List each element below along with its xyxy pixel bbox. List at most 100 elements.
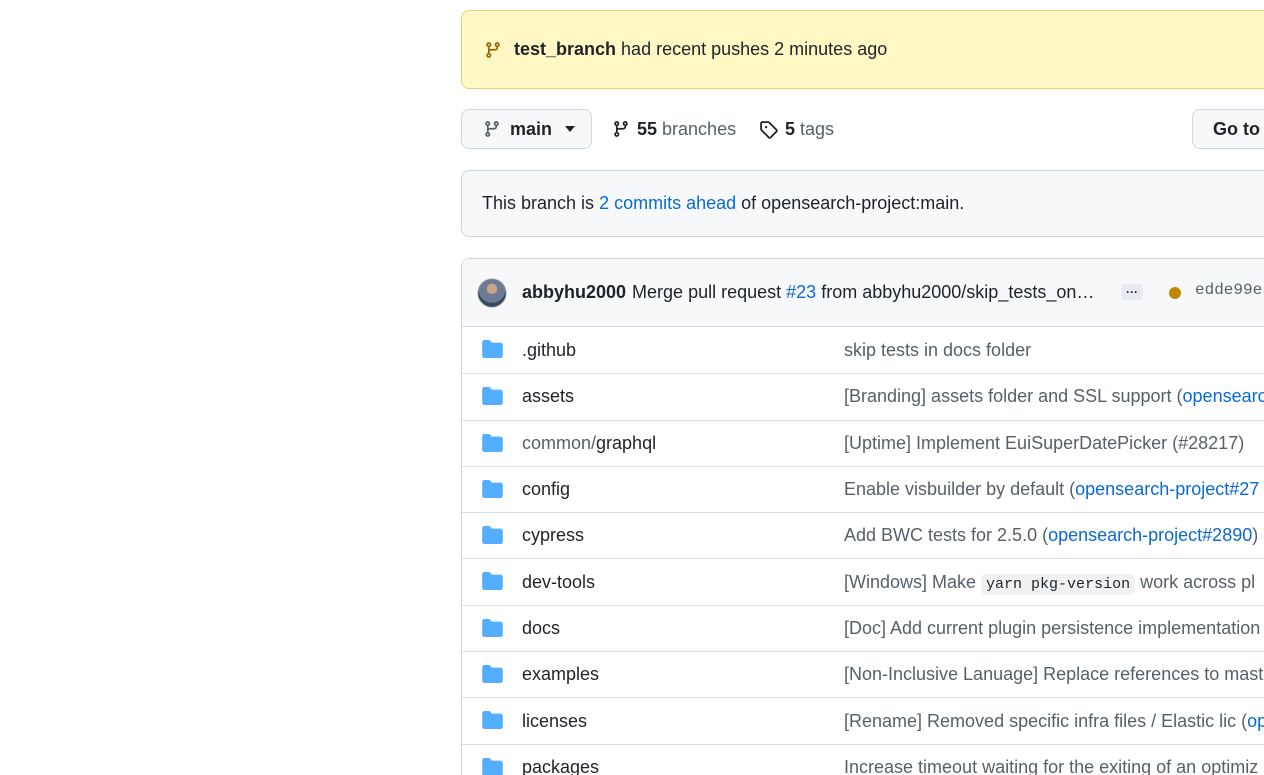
table-row[interactable]: common/graphql [Uptime] Implement EuiSupe… bbox=[462, 419, 1264, 466]
file-name[interactable]: graphql bbox=[596, 433, 656, 453]
branches-label: branches bbox=[662, 118, 737, 139]
table-row[interactable]: .github skip tests in docs folder bbox=[462, 327, 1264, 373]
ahead-prefix: This branch is bbox=[482, 193, 595, 213]
commit-message-end[interactable]: from abbyhu2000/skip_tests_on… bbox=[821, 282, 1094, 303]
table-row[interactable]: examples [Non-Inclusive Lanuage] Replace … bbox=[462, 651, 1264, 697]
file-commit-message[interactable]: [Non-Inclusive Lanuage] Replace referenc… bbox=[844, 664, 1263, 685]
go-to-file-button[interactable]: Go to file bbox=[1192, 109, 1264, 149]
file-name[interactable]: dev-tools bbox=[522, 572, 595, 592]
branch-select-label: main bbox=[510, 118, 553, 139]
file-name-link[interactable]: docs bbox=[522, 618, 560, 639]
commit-message-text[interactable]: Add BWC tests for 2.5.0 ( bbox=[844, 525, 1048, 545]
file-name[interactable]: packages bbox=[522, 757, 599, 775]
tags-link[interactable]: 5 tags bbox=[759, 109, 834, 149]
folder-icon bbox=[482, 572, 503, 591]
git-branch-icon bbox=[612, 120, 630, 138]
folder-icon bbox=[482, 665, 503, 684]
file-name-link[interactable]: examples bbox=[522, 664, 599, 685]
commit-message-text[interactable]: skip tests in docs folder bbox=[844, 340, 1031, 360]
folder-icon bbox=[482, 711, 503, 730]
latest-commit-bar: abbyhu2000 Merge pull request #23 from a… bbox=[462, 259, 1264, 327]
file-commit-message[interactable]: skip tests in docs folder bbox=[844, 340, 1031, 361]
caret-down-icon bbox=[565, 126, 576, 132]
push-message: had recent pushes 2 minutes ago bbox=[621, 39, 888, 59]
file-name-prefix[interactable]: common/ bbox=[522, 433, 596, 453]
git-branch-icon bbox=[484, 41, 502, 59]
commit-status-dot[interactable] bbox=[1169, 287, 1181, 299]
branch-ahead-notice: This branch is 2 commits ahead of opense… bbox=[461, 170, 1264, 237]
file-commit-message[interactable]: [Doc] Add current plugin persistence imp… bbox=[844, 618, 1260, 639]
folder-icon bbox=[482, 526, 503, 545]
file-name[interactable]: docs bbox=[522, 618, 560, 638]
file-browser: abbyhu2000 Merge pull request #23 from a… bbox=[461, 258, 1264, 775]
issue-link[interactable]: op bbox=[1247, 711, 1264, 731]
file-name-link[interactable]: cypress bbox=[522, 525, 584, 546]
recent-push-banner: test_branch had recent pushes 2 minutes … bbox=[461, 10, 1264, 89]
commit-message-text[interactable]: [Branding] assets folder and SSL support… bbox=[844, 386, 1183, 406]
file-name[interactable]: config bbox=[522, 479, 570, 499]
folder-icon bbox=[482, 433, 503, 452]
file-commit-message[interactable]: [Rename] Removed specific infra files / … bbox=[844, 711, 1264, 732]
tags-label: tags bbox=[800, 118, 835, 139]
table-row[interactable]: packages Increase timeout waiting for the… bbox=[462, 743, 1264, 775]
expand-commit-button[interactable]: ··· bbox=[1121, 284, 1143, 300]
folder-icon bbox=[482, 618, 503, 637]
table-row[interactable]: cypress Add BWC tests for 2.5.0 (opensear… bbox=[462, 512, 1264, 558]
commit-message-end-text[interactable]: ) bbox=[1252, 525, 1258, 545]
commit-message-text[interactable]: Increase timeout waiting for the exiting… bbox=[844, 757, 1258, 775]
issue-link[interactable]: opensearch-project#2890 bbox=[1048, 525, 1252, 545]
commit-message-text[interactable]: [Non-Inclusive Lanuage] Replace referenc… bbox=[844, 664, 1263, 684]
file-name-link[interactable]: config bbox=[522, 479, 570, 500]
commit-message-end-text[interactable]: work across pl bbox=[1135, 572, 1255, 592]
file-commit-message[interactable]: Add BWC tests for 2.5.0 (opensearch-proj… bbox=[844, 525, 1258, 546]
file-commit-message[interactable]: Increase timeout waiting for the exiting… bbox=[844, 757, 1258, 775]
table-row[interactable]: config Enable visbuilder by default (open… bbox=[462, 465, 1264, 512]
table-row[interactable]: assets [Branding] assets folder and SSL s… bbox=[462, 373, 1264, 419]
file-name[interactable]: assets bbox=[522, 386, 574, 406]
pr-link[interactable]: #23 bbox=[786, 282, 816, 303]
folder-icon bbox=[482, 757, 503, 775]
repo-toolbar: main 55 branches 5 tags Go to file bbox=[461, 109, 1264, 149]
file-name[interactable]: .github bbox=[522, 340, 576, 360]
pushed-branch-name[interactable]: test_branch bbox=[514, 39, 616, 60]
commit-message-text[interactable]: [Windows] Make bbox=[844, 572, 981, 592]
folder-icon bbox=[482, 479, 503, 498]
commit-message-text[interactable]: [Doc] Add current plugin persistence imp… bbox=[844, 618, 1260, 638]
tags-count: 5 bbox=[785, 118, 796, 139]
file-commit-message[interactable]: Enable visbuilder by default (opensearch… bbox=[844, 479, 1259, 500]
ahead-suffix: of opensearch-project:main. bbox=[741, 193, 965, 213]
commit-sha[interactable]: edde99e bbox=[1195, 281, 1262, 299]
branches-link[interactable]: 55 branches bbox=[612, 109, 736, 149]
folder-icon bbox=[482, 340, 503, 358]
table-row[interactable]: docs [Doc] Add current plugin persistence… bbox=[462, 604, 1264, 651]
file-list: .github skip tests in docs folder assets [B… bbox=[462, 327, 1264, 775]
inline-code: yarn pkg-version bbox=[981, 573, 1136, 595]
commit-author[interactable]: abbyhu2000 bbox=[522, 282, 626, 303]
commit-message-text[interactable]: [Rename] Removed specific infra files / … bbox=[844, 711, 1247, 731]
file-commit-message[interactable]: [Uptime] Implement EuiSuperDatePicker (#… bbox=[844, 433, 1244, 454]
avatar[interactable] bbox=[477, 277, 507, 308]
file-name[interactable]: examples bbox=[522, 664, 599, 684]
file-name-link[interactable]: packages bbox=[522, 757, 599, 775]
file-name-link[interactable]: licenses bbox=[522, 711, 587, 732]
commit-message-text[interactable]: Enable visbuilder by default ( bbox=[844, 479, 1075, 499]
commits-ahead-link[interactable]: 2 commits ahead bbox=[599, 193, 736, 214]
commit-message-start[interactable]: Merge pull request bbox=[632, 282, 781, 303]
file-name[interactable]: licenses bbox=[522, 711, 587, 731]
table-row[interactable]: licenses [Rename] Removed specific infra … bbox=[462, 697, 1264, 743]
file-name-link[interactable]: dev-tools bbox=[522, 572, 595, 593]
file-name[interactable]: cypress bbox=[522, 525, 584, 545]
issue-link[interactable]: opensearch-project#27 bbox=[1075, 479, 1259, 499]
folder-icon bbox=[482, 387, 503, 406]
file-commit-message[interactable]: [Windows] Make yarn pkg-version work acr… bbox=[844, 572, 1255, 595]
tag-icon bbox=[759, 120, 778, 139]
issue-link[interactable]: opensearc bbox=[1183, 386, 1264, 406]
table-row[interactable]: dev-tools [Windows] Make yarn pkg-version… bbox=[462, 558, 1264, 604]
git-branch-icon bbox=[483, 120, 501, 138]
file-commit-message[interactable]: [Branding] assets folder and SSL support… bbox=[844, 386, 1264, 407]
file-name-link[interactable]: common/graphql bbox=[522, 433, 656, 454]
commit-message-text[interactable]: [Uptime] Implement EuiSuperDatePicker (#… bbox=[844, 433, 1244, 453]
branch-select-button[interactable]: main bbox=[461, 109, 592, 149]
file-name-link[interactable]: .github bbox=[522, 340, 576, 361]
file-name-link[interactable]: assets bbox=[522, 386, 574, 407]
